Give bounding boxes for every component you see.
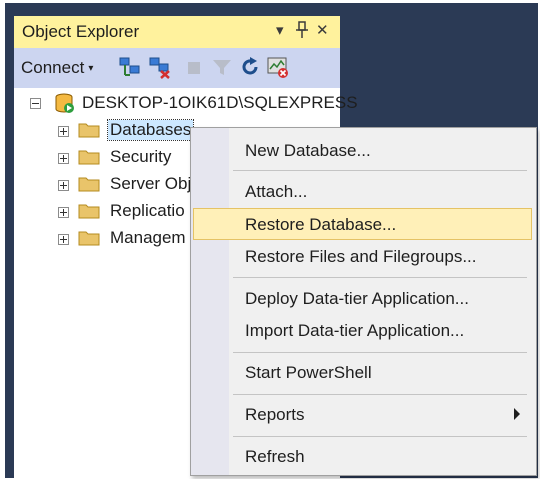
connect-button[interactable]: Connect ▾ — [21, 58, 93, 78]
tree-node-label: Databases — [106, 119, 195, 141]
pin-icon[interactable] — [295, 21, 309, 43]
object-explorer-toolbar: Connect ▾ — [14, 48, 340, 88]
menu-separator — [233, 436, 527, 437]
context-menu: New Database... Attach... Restore Databa… — [190, 127, 537, 476]
expand-icon[interactable] — [58, 180, 69, 191]
tree-server-node[interactable]: DESKTOP-1OIK61D\SQLEXPRESS — [14, 91, 358, 115]
refresh-icon[interactable] — [238, 55, 262, 79]
folder-icon — [78, 123, 100, 138]
menu-separator — [233, 170, 527, 171]
menu-item-refresh[interactable]: Refresh — [193, 440, 532, 472]
disconnect-icon[interactable] — [148, 55, 172, 79]
filter-icon[interactable] — [210, 55, 234, 79]
menu-item-deploy-data-tier-application[interactable]: Deploy Data-tier Application... — [193, 282, 532, 314]
menu-separator — [233, 394, 527, 395]
expand-icon[interactable] — [58, 234, 69, 245]
menu-item-label: Import Data-tier Application... — [245, 321, 465, 340]
menu-separator — [233, 352, 527, 353]
close-icon[interactable]: ✕ — [316, 21, 329, 39]
folder-icon — [78, 150, 100, 165]
server-icon — [55, 93, 74, 113]
menu-item-label: Start PowerShell — [245, 363, 372, 382]
menu-item-restore-files-and-filegroups[interactable]: Restore Files and Filegroups... — [193, 240, 532, 272]
panel-title: Object Explorer — [22, 22, 140, 41]
menu-item-reports[interactable]: Reports — [193, 398, 532, 430]
panel-title-bar: Object Explorer ▾ ✕ — [14, 16, 340, 48]
connect-dropdown-icon[interactable]: ▾ — [88, 63, 93, 74]
connect-label: Connect — [21, 58, 85, 77]
collapse-icon[interactable] — [30, 98, 41, 109]
menu-item-label: New Database... — [245, 141, 371, 160]
folder-icon — [78, 204, 100, 219]
tree-node-label: Replicatio — [110, 201, 185, 220]
expand-icon[interactable] — [58, 126, 69, 137]
window-position-dropdown-icon[interactable]: ▾ — [276, 21, 284, 39]
menu-item-label: Refresh — [245, 447, 305, 466]
menu-item-label: Restore Files and Filegroups... — [245, 247, 477, 266]
menu-item-label: Deploy Data-tier Application... — [245, 289, 469, 308]
menu-separator — [233, 277, 527, 278]
tree-node-label: Managem — [110, 228, 186, 247]
menu-item-label: Restore Database... — [245, 215, 397, 234]
menu-item-import-data-tier-application[interactable]: Import Data-tier Application... — [193, 314, 532, 346]
submenu-arrow-icon — [514, 408, 520, 420]
folder-icon — [78, 231, 100, 246]
tree-node-label: Server Obj — [110, 174, 192, 193]
expand-icon[interactable] — [58, 207, 69, 218]
stop-icon[interactable] — [182, 55, 206, 79]
menu-item-attach[interactable]: Attach... — [193, 175, 532, 207]
folder-icon — [78, 177, 100, 192]
menu-item-start-powershell[interactable]: Start PowerShell — [193, 356, 532, 388]
menu-item-new-database[interactable]: New Database... — [193, 134, 532, 166]
server-name-label: DESKTOP-1OIK61D\SQLEXPRESS — [82, 93, 358, 112]
expand-icon[interactable] — [58, 153, 69, 164]
menu-item-label: Reports — [245, 405, 305, 424]
tree-node-label: Security — [110, 147, 172, 166]
activity-monitor-icon[interactable] — [266, 55, 290, 79]
menu-item-restore-database[interactable]: Restore Database... — [193, 208, 532, 240]
connect-object-explorer-icon[interactable] — [118, 55, 142, 79]
menu-item-label: Attach... — [245, 182, 308, 201]
